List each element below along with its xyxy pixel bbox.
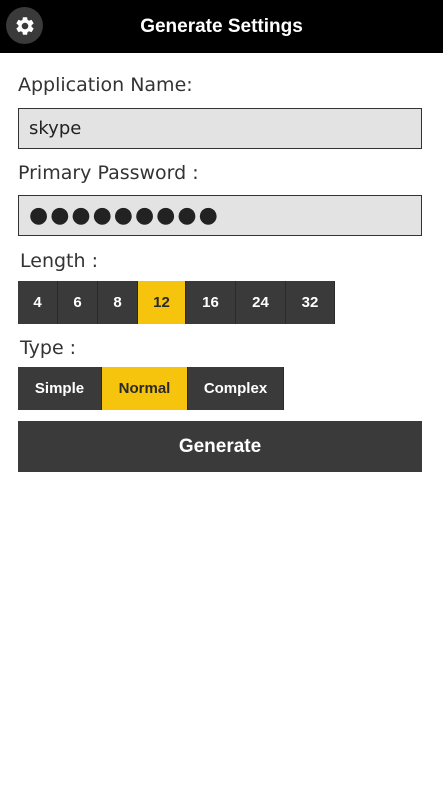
settings-button[interactable] <box>6 7 43 44</box>
page-title: Generate Settings <box>140 16 303 37</box>
primary-password-input[interactable]: ●●●●●●●●● <box>18 195 422 236</box>
length-option-12[interactable]: 12 <box>138 281 186 324</box>
length-label: Length : <box>20 250 98 272</box>
type-selector: Simple Normal Complex <box>18 367 284 410</box>
length-option-24[interactable]: 24 <box>236 281 286 324</box>
app-name-label: Application Name: <box>18 74 193 96</box>
length-option-4[interactable]: 4 <box>18 281 58 324</box>
primary-password-label: Primary Password : <box>18 162 199 184</box>
length-option-16[interactable]: 16 <box>186 281 236 324</box>
type-label: Type : <box>20 337 77 359</box>
length-option-32[interactable]: 32 <box>286 281 335 324</box>
app-name-input[interactable] <box>18 108 422 149</box>
header-bar: Generate Settings <box>0 0 443 53</box>
length-option-8[interactable]: 8 <box>98 281 138 324</box>
type-option-simple[interactable]: Simple <box>18 367 102 410</box>
app-root: Generate Settings Application Name: Prim… <box>0 0 443 788</box>
type-option-complex[interactable]: Complex <box>188 367 284 410</box>
gear-icon <box>14 15 36 37</box>
generate-button[interactable]: Generate <box>18 421 422 472</box>
length-option-6[interactable]: 6 <box>58 281 98 324</box>
type-option-normal[interactable]: Normal <box>102 367 188 410</box>
length-selector: 4 6 8 12 16 24 32 <box>18 281 335 324</box>
